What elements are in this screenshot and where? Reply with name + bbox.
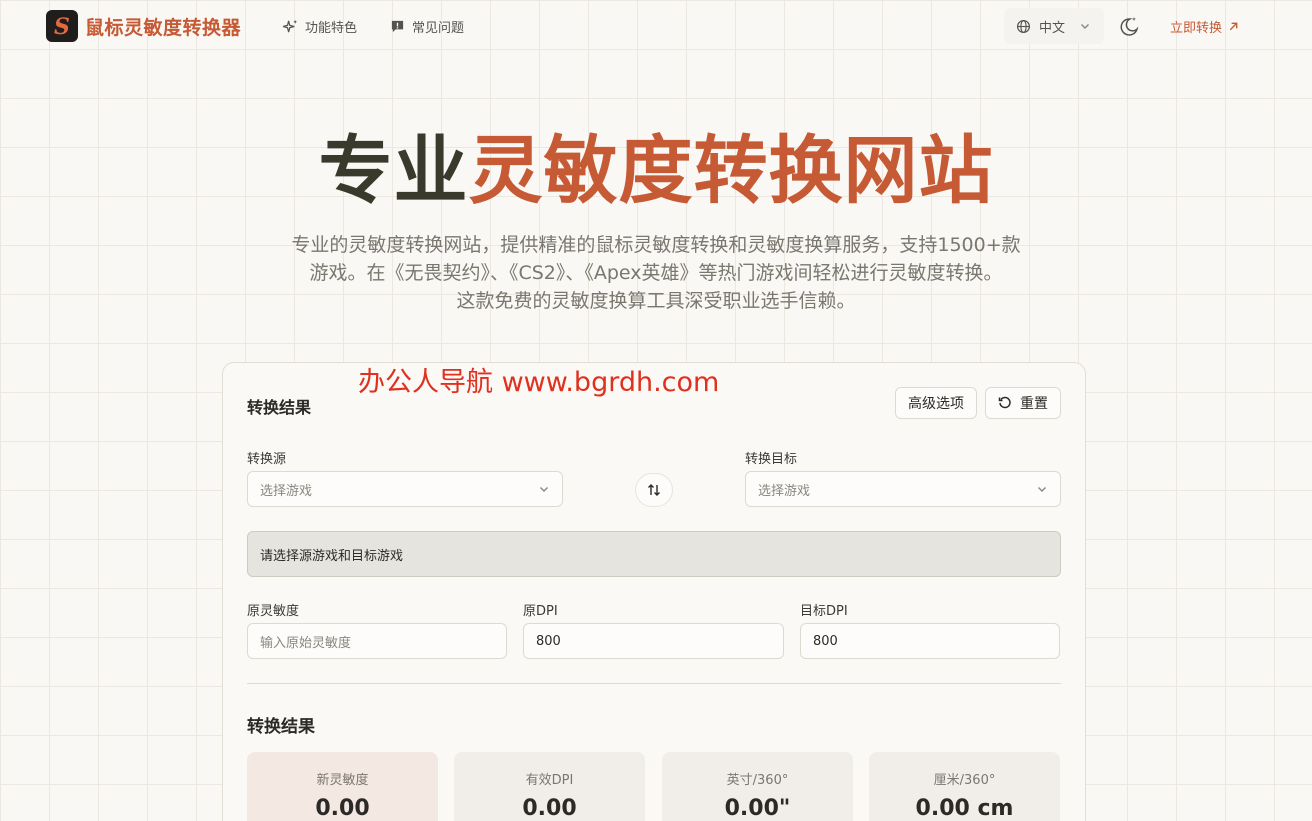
- hero-title-prefix: 专业: [318, 128, 469, 214]
- svg-text:S: S: [54, 14, 70, 38]
- advanced-options-label: 高级选项: [908, 396, 964, 412]
- language-label: 中文: [1039, 20, 1066, 36]
- hero-title-highlight: 灵敏度转换网站: [468, 128, 994, 214]
- nav-faq-label: 常见问题: [412, 21, 465, 36]
- hero-description-line-1: 专业的灵敏度转换网站，提供精准的鼠标灵敏度转换和灵敏度换算服务，支持1500+款: [291, 234, 1021, 256]
- result-cm-360: 厘米/360° 0.00 cm: [869, 752, 1060, 821]
- result-value: 0.00: [315, 796, 370, 821]
- result-new-sensitivity: 新灵敏度 0.00: [247, 752, 438, 821]
- result-label: 厘米/360°: [933, 773, 996, 788]
- top-navbar: S 鼠标灵敏度转换器 功能特色 常见问题 中文 立即转换: [0, 0, 1312, 52]
- convert-now-link[interactable]: 立即转换: [1170, 17, 1239, 36]
- reset-button[interactable]: 重置: [985, 387, 1061, 419]
- target-game-select[interactable]: 选择游戏: [745, 471, 1061, 507]
- result-value: 0.00 cm: [915, 796, 1014, 821]
- advanced-options-button[interactable]: 高级选项: [895, 387, 977, 419]
- logo-icon[interactable]: S: [46, 10, 78, 42]
- result-label: 英寸/360°: [726, 773, 789, 788]
- globe-icon: [1016, 19, 1031, 33]
- orig-dpi-input[interactable]: 800: [523, 623, 784, 659]
- selection-notice: 请选择源游戏和目标游戏: [247, 531, 1061, 577]
- divider: [247, 683, 1061, 684]
- nav-features[interactable]: 功能特色: [283, 17, 357, 36]
- card-title: 转换结果: [247, 398, 312, 417]
- result-effective-dpi: 有效DPI 0.00: [454, 752, 645, 821]
- result-label: 有效DPI: [525, 773, 574, 788]
- reset-label: 重置: [1020, 396, 1048, 412]
- source-game-select[interactable]: 选择游戏: [247, 471, 563, 507]
- reset-icon: [998, 396, 1011, 409]
- results-title: 转换结果: [247, 717, 315, 737]
- result-label: 新灵敏度: [316, 773, 369, 788]
- hero-description: 专业的灵敏度转换网站，提供精准的鼠标灵敏度转换和灵敏度换算服务，支持1500+款…: [256, 231, 1056, 315]
- brand-name[interactable]: 鼠标灵敏度转换器: [85, 13, 241, 40]
- chevron-down-icon: [1081, 24, 1090, 29]
- chevron-down-icon: [1038, 487, 1046, 492]
- arrow-up-right-icon: [1229, 22, 1238, 31]
- result-value: 0.00": [724, 796, 791, 821]
- converter-card: 转换结果 高级选项 重置 转换源 选择游戏 转换目标 选择游戏 请选择源游戏和目…: [222, 362, 1086, 821]
- sparkle-icon: [283, 19, 298, 33]
- orig-dpi-label: 原DPI: [523, 604, 558, 619]
- swap-button[interactable]: [635, 473, 673, 507]
- target-dpi-input[interactable]: 800: [800, 623, 1060, 659]
- nav-features-label: 功能特色: [305, 21, 358, 36]
- orig-sens-label: 原灵敏度: [247, 604, 300, 619]
- theme-toggle-button[interactable]: [1118, 15, 1140, 37]
- hero-description-line-3: 这款免费的灵敏度换算工具深受职业选手信赖。: [456, 290, 856, 312]
- target-dpi-label: 目标DPI: [800, 604, 848, 619]
- nav-faq[interactable]: 常见问题: [390, 17, 464, 36]
- moon-icon: [1120, 17, 1139, 36]
- orig-sens-input[interactable]: 输入原始灵敏度: [247, 623, 507, 659]
- chevron-down-icon: [540, 487, 548, 492]
- source-game-placeholder: 选择游戏: [260, 483, 313, 499]
- result-inches-360: 英寸/360° 0.00": [662, 752, 853, 821]
- hero-description-line-2: 游戏。在《无畏契约》、《CS2》、《Apex英雄》等热门游戏间轻松进行灵敏度转换…: [309, 262, 1003, 284]
- watermark-text: 办公人导航 www.bgrdh.com: [358, 367, 720, 398]
- source-label: 转换源: [247, 452, 287, 467]
- language-selector[interactable]: 中文: [1004, 8, 1104, 44]
- convert-now-label: 立即转换: [1170, 21, 1223, 36]
- result-value: 0.00: [522, 796, 577, 821]
- target-game-placeholder: 选择游戏: [758, 483, 811, 499]
- hero-title: 专业灵敏度转换网站: [0, 126, 1312, 216]
- message-icon: [391, 20, 404, 33]
- swap-icon: [648, 484, 660, 496]
- target-label: 转换目标: [745, 452, 798, 467]
